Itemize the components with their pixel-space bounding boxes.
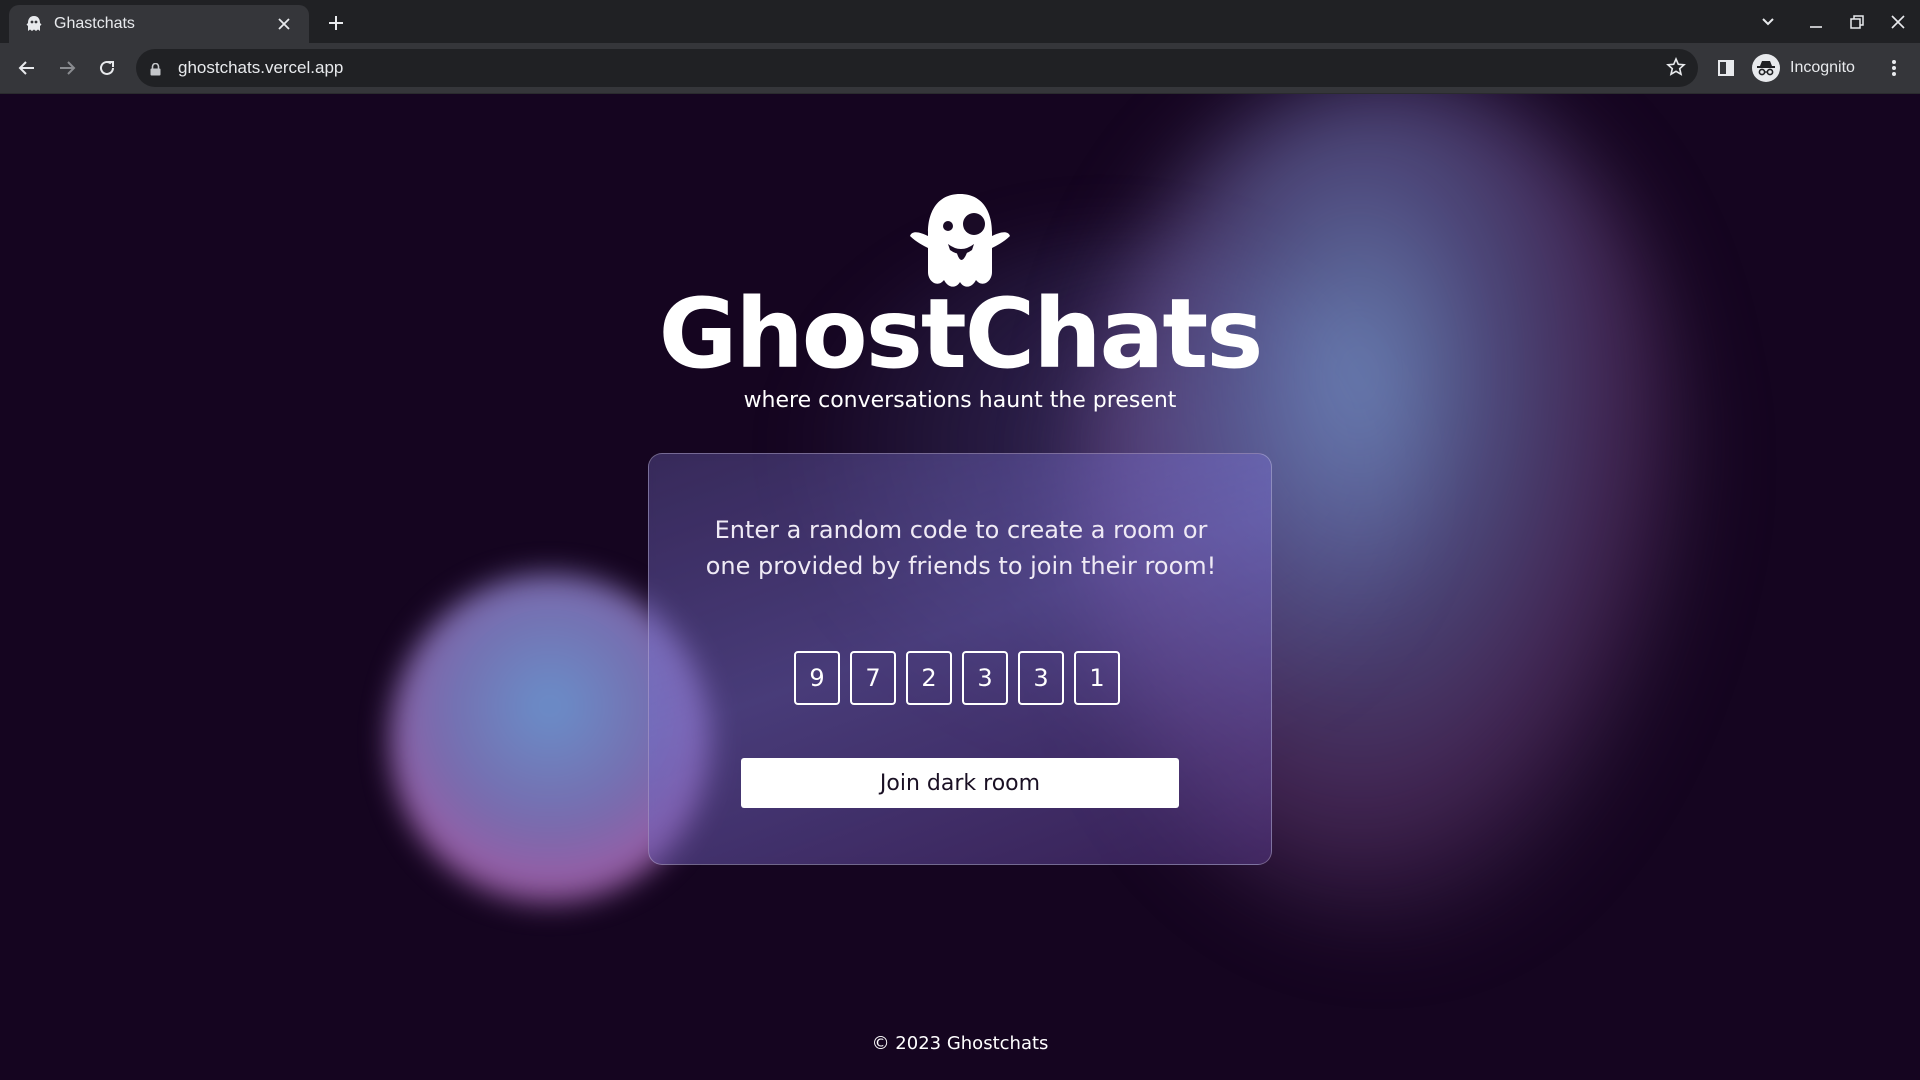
close-tab-icon[interactable] bbox=[273, 13, 295, 35]
new-tab-icon[interactable] bbox=[322, 9, 350, 37]
restore-icon[interactable] bbox=[1843, 9, 1871, 35]
brand-tagline: where conversations haunt the present bbox=[743, 388, 1177, 413]
incognito-label: Incognito bbox=[1790, 59, 1855, 76]
room-code-input bbox=[794, 651, 1130, 705]
browser-tab[interactable]: Ghastchats bbox=[9, 5, 309, 43]
join-room-card: Enter a random code to create a room or … bbox=[648, 453, 1272, 865]
forward-arrow-icon[interactable] bbox=[53, 54, 81, 82]
browser-tab-strip: Ghastchats bbox=[0, 0, 1920, 43]
join-room-button[interactable]: Join dark room bbox=[741, 758, 1179, 808]
tab-search-chevron-icon[interactable] bbox=[1754, 9, 1782, 35]
code-digit-1[interactable] bbox=[794, 651, 840, 705]
code-digit-5[interactable] bbox=[1018, 651, 1064, 705]
address-bar[interactable]: ghostchats.vercel.app bbox=[136, 49, 1698, 87]
back-arrow-icon[interactable] bbox=[13, 54, 41, 82]
browser-toolbar: ghostchats.vercel.app Incognito bbox=[0, 43, 1920, 94]
code-digit-6[interactable] bbox=[1074, 651, 1120, 705]
browser-menu-icon[interactable] bbox=[1880, 54, 1908, 82]
url-text: ghostchats.vercel.app bbox=[178, 58, 344, 77]
tab-title: Ghastchats bbox=[54, 15, 135, 32]
incognito-icon bbox=[1752, 54, 1780, 82]
code-digit-2[interactable] bbox=[850, 651, 896, 705]
ghost-logo-icon bbox=[910, 194, 1010, 287]
code-digit-4[interactable] bbox=[962, 651, 1008, 705]
brand-title: GhostChats bbox=[658, 278, 1264, 390]
incognito-profile-button[interactable]: Incognito bbox=[1748, 49, 1860, 87]
reload-icon[interactable] bbox=[93, 54, 121, 82]
footer-copyright: © 2023 Ghostchats bbox=[871, 1033, 1049, 1054]
ghostchats-page: GhostChats where conversations haunt the… bbox=[0, 94, 1920, 1080]
close-window-icon[interactable] bbox=[1884, 9, 1912, 35]
minimize-icon[interactable] bbox=[1802, 9, 1830, 35]
ghost-favicon-icon bbox=[24, 14, 44, 34]
lock-icon[interactable] bbox=[150, 61, 161, 80]
code-digit-3[interactable] bbox=[906, 651, 952, 705]
room-instructions: Enter a random code to create a room or … bbox=[705, 516, 1217, 580]
side-panel-icon[interactable] bbox=[1712, 54, 1740, 82]
bookmark-star-icon[interactable] bbox=[1666, 56, 1686, 81]
